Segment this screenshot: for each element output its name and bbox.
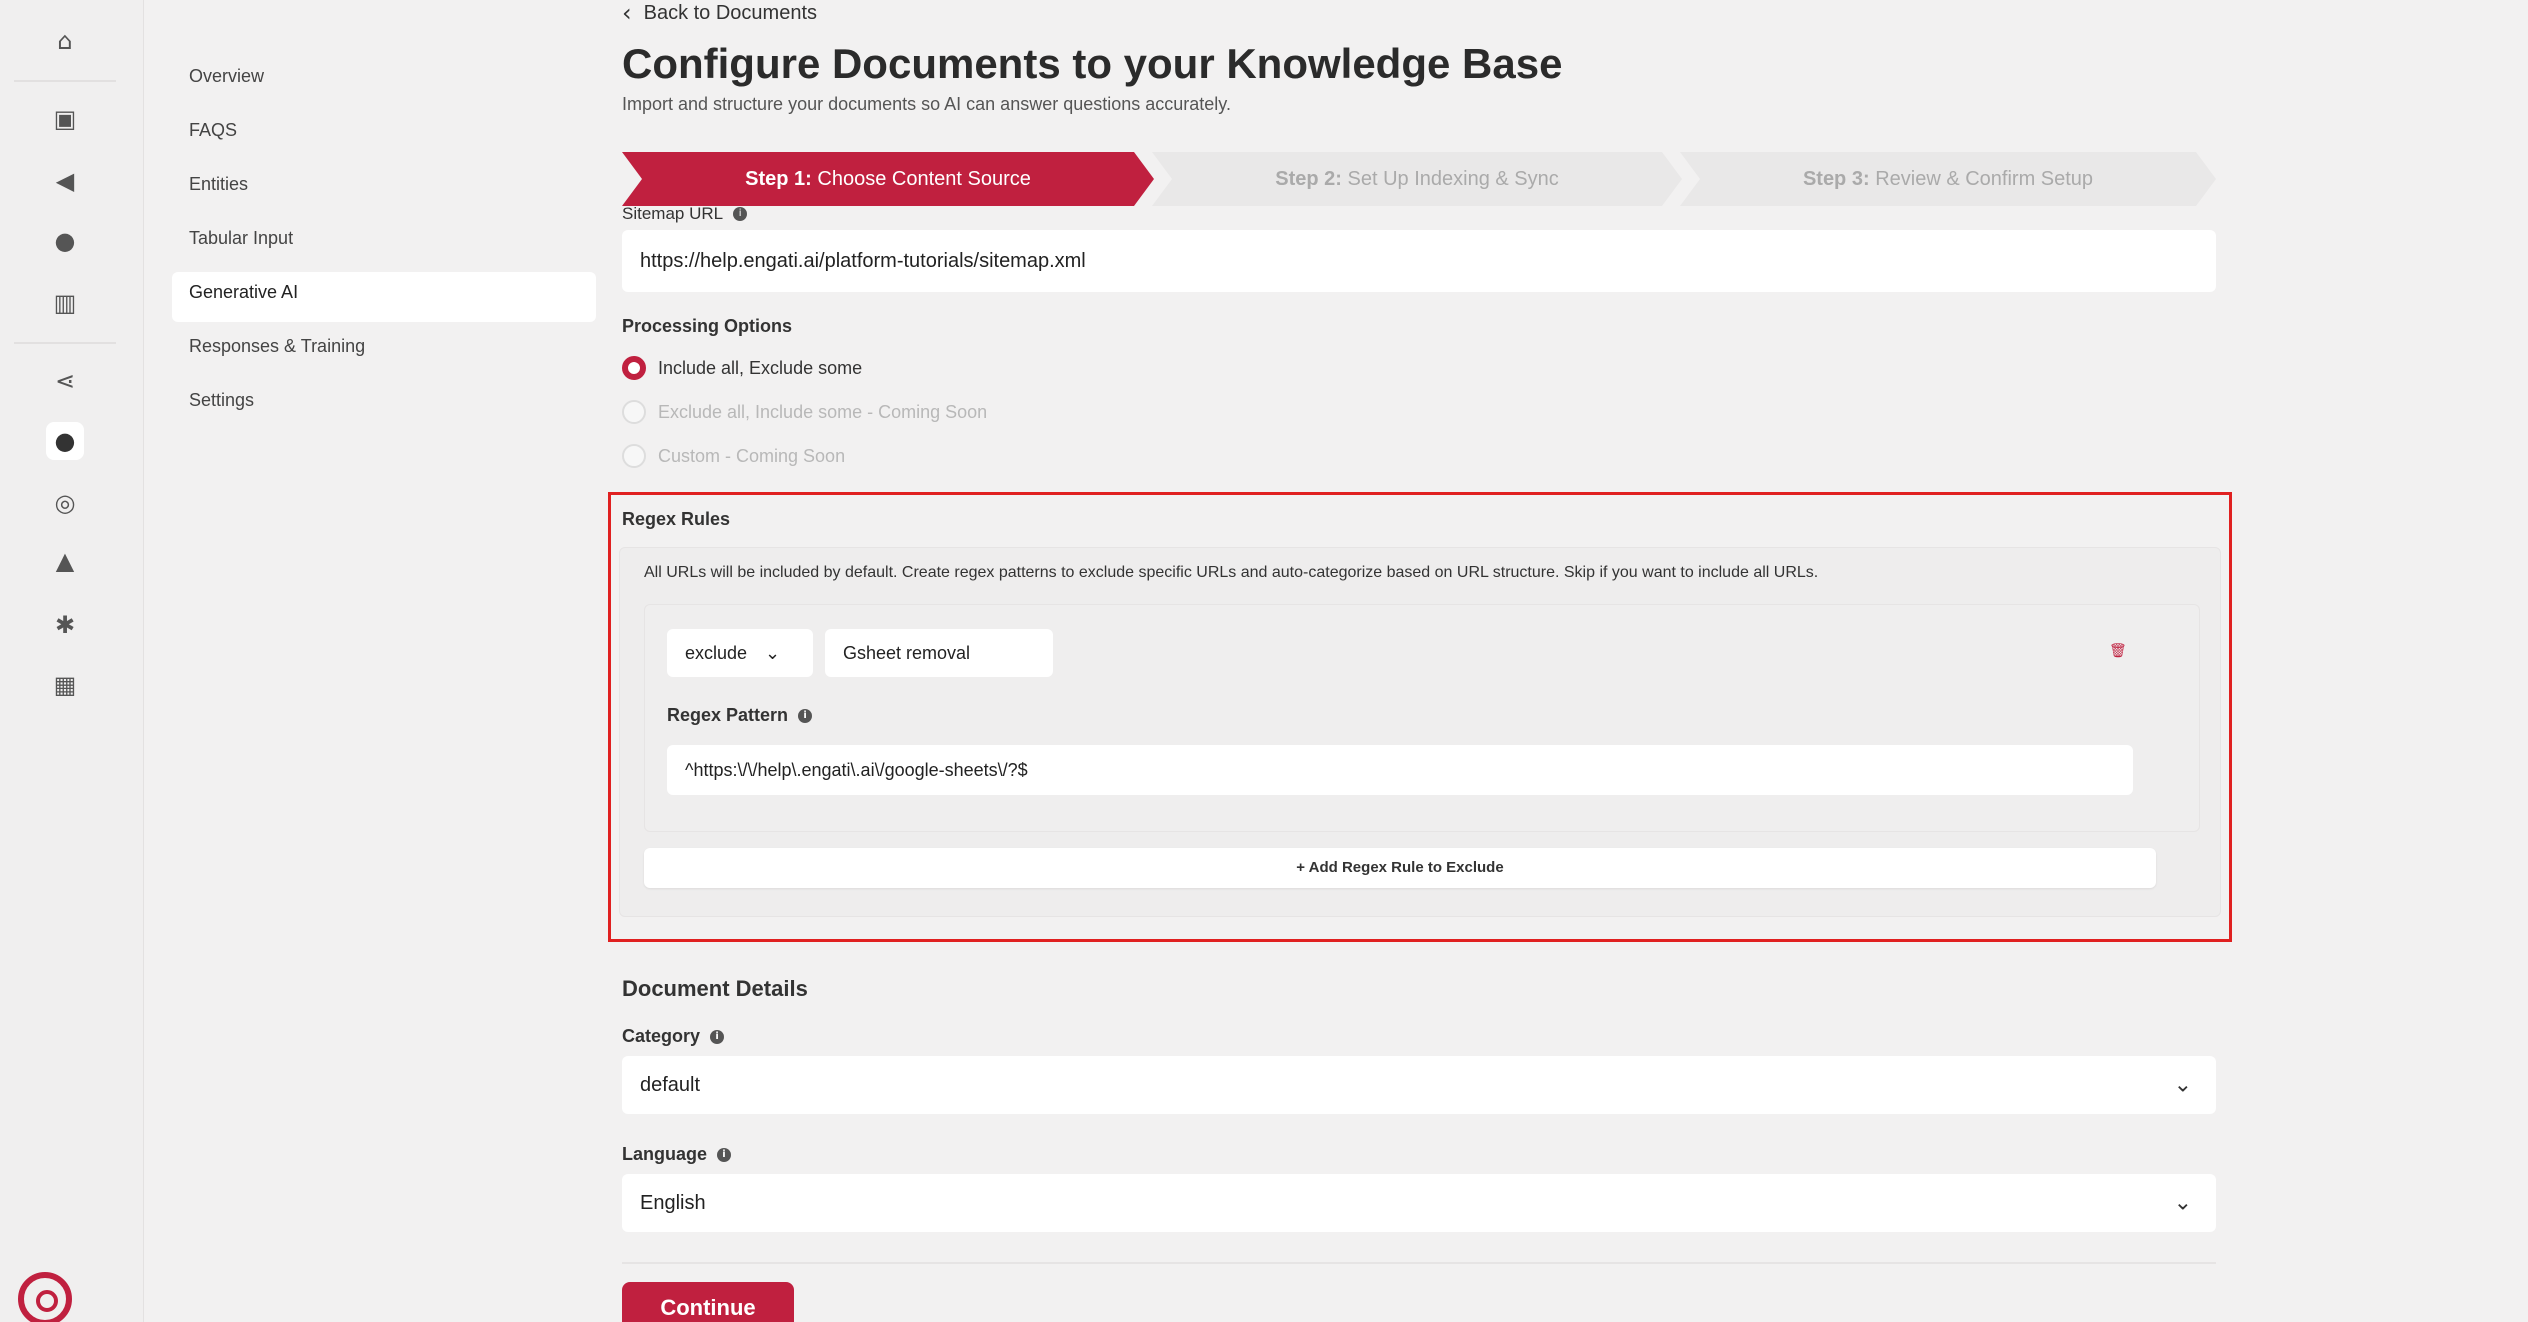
- sitemap-url-input[interactable]: https://help.engati.ai/platform-tutorial…: [622, 230, 2216, 292]
- category-select[interactable]: default ⌄: [622, 1056, 2216, 1114]
- chat-icon[interactable]: ▣: [50, 104, 80, 134]
- bar-chart-icon[interactable]: ▥: [50, 288, 80, 318]
- back-label: Back to Documents: [643, 1, 818, 24]
- step-prefix: Step 3:: [1802, 168, 1870, 190]
- radio-label: Custom - Coming Soon: [658, 445, 846, 466]
- radio-dot: [622, 356, 646, 380]
- category-label: Category i: [622, 1026, 725, 1047]
- radio-label: Exclude all, Include some - Coming Soon: [658, 401, 988, 422]
- regex-pattern-input[interactable]: ^https:\/\/help\.engati\.ai\/google-shee…: [667, 745, 2133, 795]
- rule-mode-select[interactable]: exclude ⌄: [667, 629, 813, 677]
- step-1[interactable]: Step 1: Choose Content Source: [622, 152, 1154, 206]
- step-prefix: Step 1:: [745, 168, 812, 190]
- category-label-text: Category: [622, 1026, 701, 1046]
- regex-help-text: All URLs will be included by default. Cr…: [644, 564, 1819, 581]
- chevron-left-icon: ‹: [622, 0, 632, 27]
- divider: [14, 342, 116, 344]
- info-icon: i: [798, 708, 813, 723]
- processing-options-label: Processing Options: [622, 316, 793, 336]
- subnav-item-responses-training[interactable]: Responses & Training: [172, 326, 596, 376]
- dashboard-icon[interactable]: ▦: [50, 670, 80, 700]
- info-icon: i: [717, 1147, 732, 1162]
- continue-button[interactable]: Continue: [622, 1282, 794, 1322]
- regex-pattern-label: Regex Pattern i: [667, 705, 813, 726]
- subnav-item-overview[interactable]: Overview: [172, 56, 596, 106]
- document-details-title: Document Details: [622, 976, 808, 1001]
- step-2[interactable]: Step 2: Set Up Indexing & Sync: [1152, 152, 1682, 206]
- radio-exclude-all[interactable]: Exclude all, Include some - Coming Soon: [622, 400, 987, 424]
- home-icon[interactable]: ⌂: [50, 26, 80, 56]
- flow-icon[interactable]: ⋖: [50, 366, 80, 396]
- users-icon[interactable]: ●: [50, 226, 80, 256]
- category-value: default: [640, 1073, 701, 1096]
- brand-logo: [18, 1272, 72, 1322]
- sitemap-label-text: Sitemap URL: [622, 204, 724, 223]
- stepper: Step 1: Choose Content Source Step 2: Se…: [622, 152, 2216, 206]
- sitemap-label: Sitemap URL i: [622, 204, 748, 224]
- back-link[interactable]: ‹ Back to Documents: [622, 0, 818, 27]
- sub-navigation: Overview FAQS Entities Tabular Input Gen…: [172, 56, 596, 434]
- language-label-text: Language: [622, 1144, 708, 1164]
- info-icon: i: [733, 207, 748, 221]
- radio-custom[interactable]: Custom - Coming Soon: [622, 444, 845, 468]
- regex-pattern-label-text: Regex Pattern: [667, 705, 789, 725]
- language-select[interactable]: English ⌄: [622, 1174, 2216, 1232]
- subnav-item-faqs[interactable]: FAQS: [172, 110, 596, 160]
- compass-icon[interactable]: ◎: [50, 488, 80, 518]
- gear-icon[interactable]: ✱: [50, 610, 80, 640]
- step-prefix: Step 2:: [1275, 168, 1342, 190]
- step-label: Set Up Indexing & Sync: [1347, 168, 1559, 190]
- divider: [14, 80, 116, 82]
- regex-rules-title: Regex Rules: [622, 509, 731, 529]
- trash-icon[interactable]: 🗑: [2109, 643, 2127, 661]
- icon-rail: ⌂ ▣ ◀ ● ▥ ⋖ ● ◎ ▲ ✱ ▦: [0, 0, 144, 1322]
- subnav-item-tabular-input[interactable]: Tabular Input: [172, 218, 596, 268]
- step-label: Choose Content Source: [817, 168, 1031, 190]
- page-subtitle: Import and structure your documents so A…: [622, 94, 1231, 114]
- add-regex-rule-button[interactable]: + Add Regex Rule to Exclude: [644, 848, 2156, 888]
- chevron-down-icon: ⌄: [2173, 1190, 2192, 1216]
- regex-rule-card: exclude ⌄ Gsheet removal 🗑 Regex Pattern…: [644, 604, 2200, 832]
- regex-rules-section: Regex Rules All URLs will be included by…: [608, 492, 2232, 942]
- hierarchy-icon[interactable]: ▲: [50, 546, 80, 576]
- rule-mode-value: exclude: [685, 642, 748, 663]
- subnav-item-generative-ai[interactable]: Generative AI: [172, 272, 596, 322]
- subnav-item-entities[interactable]: Entities: [172, 164, 596, 214]
- megaphone-icon[interactable]: ◀: [50, 166, 80, 196]
- divider: [622, 1262, 2216, 1264]
- subnav-item-settings[interactable]: Settings: [172, 380, 596, 430]
- chevron-down-icon: ⌄: [2173, 1072, 2192, 1098]
- language-label: Language i: [622, 1144, 732, 1165]
- regex-rules-panel: All URLs will be included by default. Cr…: [619, 547, 2221, 917]
- radio-label: Include all, Exclude some: [658, 357, 863, 378]
- step-label: Review & Confirm Setup: [1875, 168, 2094, 190]
- chevron-down-icon: ⌄: [765, 642, 781, 664]
- radio-dot: [622, 400, 646, 424]
- radio-dot: [622, 444, 646, 468]
- rule-name-input[interactable]: Gsheet removal: [825, 629, 1053, 677]
- step-3[interactable]: Step 3: Review & Confirm Setup: [1680, 152, 2216, 206]
- radio-include-all[interactable]: Include all, Exclude some: [622, 356, 862, 380]
- lightbulb-icon[interactable]: ●: [46, 422, 84, 460]
- info-icon: i: [710, 1029, 725, 1044]
- language-value: English: [640, 1191, 706, 1214]
- page-title: Configure Documents to your Knowledge Ba…: [622, 40, 1563, 87]
